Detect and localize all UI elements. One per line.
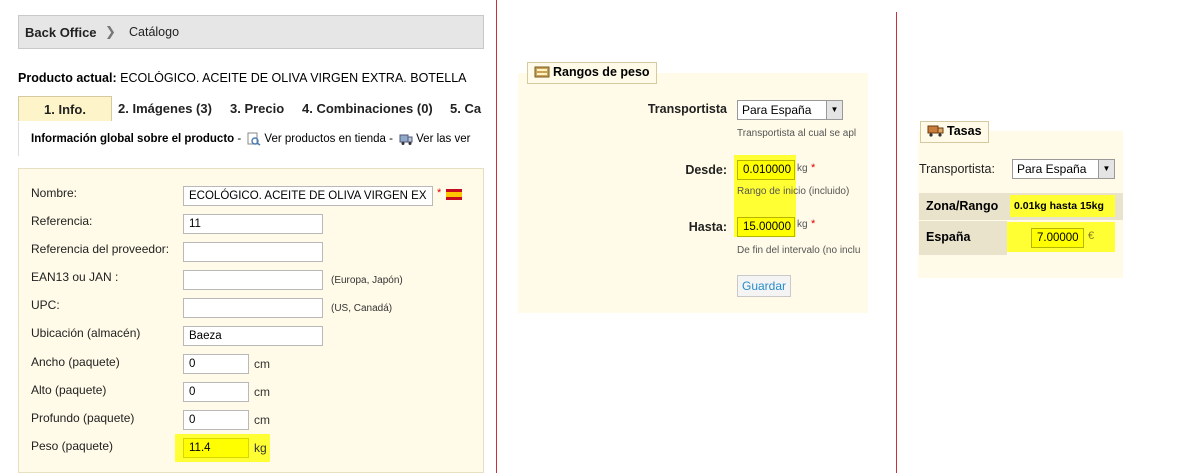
upc-input[interactable] [183,298,323,318]
width-unit: cm [254,357,270,371]
product-title: Producto actual: ECOLÓGICO. ACEITE DE OL… [18,71,484,85]
breadcrumb: Back Office ❯ Catálogo [18,15,484,49]
required-mark: * [437,187,442,199]
breadcrumb-current[interactable]: Catálogo [129,25,179,39]
name-input[interactable]: ECOLÓGICO. ACEITE DE OLIVA VIRGEN EX [183,186,433,206]
info-title: Información global sobre el producto [31,133,235,146]
carrier-select[interactable]: Para España ▼ [737,100,843,120]
save-button[interactable]: Guardar [737,275,791,297]
weight-unit: kg [254,441,267,455]
upc-hint: (US, Canadá) [331,303,393,314]
from-input[interactable]: 0.010000 [737,160,795,180]
zone-range-header: Zona/Rango [926,199,999,213]
carrier-hint: Transportista al cual se apl [737,128,857,139]
location-label: Ubicación (almacén) [31,326,141,340]
truck-icon [399,134,413,145]
reference-label: Referencia: [31,214,93,228]
spain-row-label: España [926,230,971,244]
upc-label: UPC: [31,298,60,312]
tab-price[interactable]: 3. Precio [224,96,290,121]
to-label: Hasta: [688,220,727,234]
height-unit: cm [254,385,270,399]
scale-icon [534,66,550,78]
height-input[interactable]: 0 [183,382,249,402]
currency-symbol: € [1088,230,1095,242]
tab-combinations[interactable]: 4. Combinaciones (0) [296,96,439,121]
weight-ranges-legend: Rangos de peso [527,62,657,84]
height-label: Alto (paquete) [31,383,107,397]
depth-label: Profundo (paquete) [31,411,135,425]
location-input[interactable]: Baeza [183,326,323,346]
truck-icon [927,125,944,137]
panel-divider [896,12,897,473]
depth-input[interactable]: 0 [183,410,249,430]
tab-bar: 1. Info. 2. Imágenes (3) 3. Precio 4. Co… [18,96,484,123]
tab-next[interactable]: 5. Ca [444,96,484,121]
from-unit: kg [797,163,808,174]
weight-input[interactable]: 11.4 [183,438,249,458]
ean-hint: (Europa, Japón) [331,275,403,286]
reference-input[interactable]: 11 [183,214,323,234]
range-header: 0.01kg hasta 15kg [1014,200,1104,212]
required-mark: * [811,218,816,230]
product-name: ECOLÓGICO. ACEITE DE OLIVA VIRGEN EXTRA.… [120,71,467,85]
chevron-right-icon: ❯ [105,24,116,39]
depth-unit: cm [254,413,270,427]
spain-flag-icon[interactable] [446,189,462,200]
view-products-link[interactable]: Ver productos en tienda [264,133,385,145]
supplier-reference-label: Referencia del proveedor: [31,242,170,256]
ean-label: EAN13 ou JAN : [31,270,119,284]
name-label: Nombre: [31,186,78,200]
rates-legend: Tasas [920,121,989,143]
supplier-reference-input[interactable] [183,242,323,262]
to-unit: kg [797,219,808,230]
ean-input[interactable] [183,270,323,290]
tab-info[interactable]: 1. Info. [18,96,112,121]
magnifier-icon [247,132,261,146]
dropdown-arrow-icon[interactable]: ▼ [826,101,842,119]
carrier-label: Transportista [647,102,727,116]
to-hint: De fin del intervalo (no inclu [737,245,861,256]
from-hint: Rango de inicio (incluido) [737,186,850,197]
breadcrumb-root[interactable]: Back Office [25,25,97,40]
required-mark: * [811,162,816,174]
view-sales-link[interactable]: Ver las ver [416,133,470,145]
width-input[interactable]: 0 [183,354,249,374]
width-label: Ancho (paquete) [31,355,120,369]
to-input[interactable]: 15.00000 [737,217,795,237]
rates-carrier-label: Transportista: [919,162,995,176]
weight-label: Peso (paquete) [31,439,114,453]
dropdown-arrow-icon[interactable]: ▼ [1098,160,1114,178]
panel-divider [496,0,497,473]
from-label: Desde: [685,163,727,177]
rate-input[interactable]: 7.00000 [1031,228,1084,248]
product-label: Producto actual: [18,71,117,85]
rates-carrier-select[interactable]: Para España ▼ [1012,159,1115,179]
info-bar: Información global sobre el producto - V… [18,122,484,156]
tab-images[interactable]: 2. Imágenes (3) [112,96,218,121]
